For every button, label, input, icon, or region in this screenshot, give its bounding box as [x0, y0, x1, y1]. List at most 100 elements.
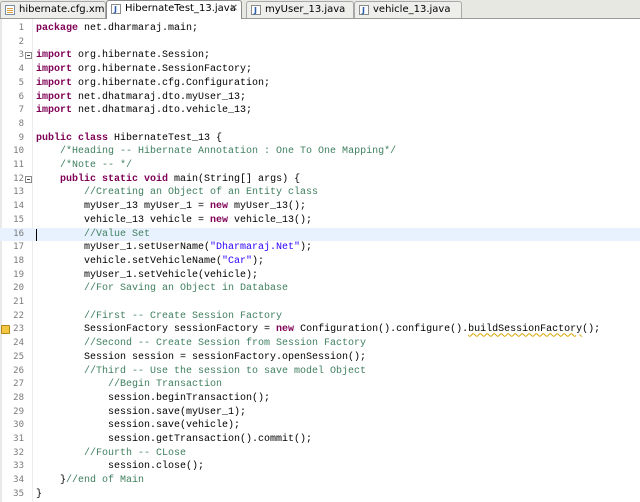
fold-collapse-icon[interactable] — [25, 175, 32, 183]
code-line[interactable]: 10 /*Heading -- Hibernate Annotation : O… — [0, 145, 640, 159]
line-number: 13 — [13, 187, 24, 198]
code-line[interactable]: 22 //First -- Create Session Factory — [0, 310, 640, 324]
code-token: myUser_13 myUser_1 = — [36, 201, 211, 213]
code-text: package net.dharmaraj.main; — [36, 22, 198, 36]
line-number: 35 — [13, 488, 24, 499]
code-line[interactable]: 33 session.close(); — [0, 460, 640, 474]
code-line[interactable]: 32 //Fourth -- CLose — [0, 447, 640, 461]
keyword-token: new — [276, 324, 295, 336]
line-number: 29 — [13, 406, 24, 417]
code-token: SessionFactory sessionFactory = — [36, 324, 277, 336]
code-line[interactable]: 23 SessionFactory sessionFactory = new C… — [0, 323, 640, 337]
code-text: public static void main(String[] args) { — [36, 173, 300, 187]
code-line[interactable]: 3 import org.hibernate.Session; — [0, 49, 640, 63]
line-number: 25 — [13, 351, 24, 362]
code-line[interactable]: 2 — [0, 36, 640, 50]
code-line[interactable]: 16 //Value Set — [0, 227, 640, 242]
keyword-token: import — [36, 105, 73, 117]
line-number: 11 — [13, 160, 24, 170]
keyword-token: package — [36, 23, 79, 34]
line-number: 16 — [13, 228, 24, 239]
code-line[interactable]: 11 /*Note -- */ — [0, 159, 640, 173]
code-token: net.dhatmaraj.dto.vehicle_13; — [72, 105, 253, 117]
comment-token: //For Saving an Object in Database — [84, 283, 289, 295]
code-line[interactable]: 8 — [0, 118, 640, 132]
code-line[interactable]: 30 session.save(vehicle); — [0, 419, 640, 433]
code-editor[interactable]: 1 package net.dharmaraj.main; 2 3 import org… — [0, 19, 640, 502]
code-line[interactable]: 35} — [0, 488, 640, 502]
code-line[interactable]: 1 package net.dharmaraj.main; — [0, 22, 640, 36]
code-text: session.getTransaction().commit(); — [36, 433, 312, 447]
code-line[interactable]: 31 session.getTransaction().commit(); — [0, 433, 640, 447]
code-line[interactable]: 29 session.save(myUser_1); — [0, 406, 640, 420]
code-line[interactable]: 13 //Creating an Object of an Entity cla… — [0, 186, 640, 200]
code-line[interactable]: 5 import org.hibernate.cfg.Configuration; — [0, 77, 640, 91]
code-line[interactable]: 25 Session session = sessionFactory.open… — [0, 351, 640, 365]
tab-hibernatetest-13-java[interactable]: HibernateTest_13.java ✕ — [106, 0, 242, 19]
code-text: myUser_1.setUserName("Dharmaraj.Net"); — [36, 241, 312, 255]
xml-file-icon — [5, 5, 15, 15]
tab-myuser-13-java[interactable]: myUser_13.java — [246, 1, 354, 18]
code-line[interactable]: 34 }//end of Main — [0, 474, 640, 488]
line-number: 6 — [18, 91, 24, 102]
line-number: 2 — [18, 36, 24, 47]
keyword-token: new — [210, 201, 229, 213]
code-line[interactable]: 17 myUser_1.setUserName("Dharmaraj.Net")… — [0, 241, 640, 255]
code-line[interactable]: 27 //Begin Transaction — [0, 378, 640, 392]
code-line[interactable]: 12 public static void main(String[] args… — [0, 173, 640, 187]
string-token: "Dharmaraj.Net" — [210, 242, 301, 254]
code-token: session.close(); — [36, 461, 205, 473]
code-token: Session session = sessionFactory.openSes… — [36, 351, 367, 363]
warning-token: buildSessionFactory — [468, 324, 583, 336]
line-number: 14 — [13, 201, 24, 212]
line-number: 30 — [13, 420, 24, 431]
tab-vehicle-13-java[interactable]: vehicle_13.java — [354, 1, 462, 18]
code-line[interactable]: 20 //For Saving an Object in Database — [0, 282, 640, 296]
code-line[interactable]: 26 //Third -- Use the session to save mo… — [0, 365, 640, 379]
code-line[interactable]: 21 — [0, 296, 640, 310]
java-file-icon — [359, 3, 369, 18]
comment-token: //Fourth -- CLose — [84, 447, 187, 459]
code-line[interactable]: 14 myUser_13 myUser_1 = new myUser_13(); — [0, 200, 640, 214]
code-line[interactable]: 4 import org.hibernate.SessionFactory; — [0, 63, 640, 77]
code-line[interactable]: 7 import net.dhatmaraj.dto.vehicle_13; — [0, 104, 640, 118]
tab-label: myUser_13.java — [265, 4, 346, 15]
code-token: org.hibernate.SessionFactory; — [72, 64, 253, 76]
fold-collapse-icon[interactable] — [25, 52, 32, 60]
code-line[interactable]: 6 import net.dhatmaraj.dto.myUser_13; — [0, 91, 640, 105]
warning-icon[interactable] — [1, 325, 10, 335]
line-number: 32 — [13, 447, 24, 458]
code-text: /*Heading -- Hibernate Annotation : One … — [36, 145, 396, 159]
line-number: 33 — [13, 461, 24, 472]
code-token: vehicle.setVehicleName( — [36, 255, 223, 267]
code-token: } — [36, 475, 67, 487]
code-token: session.beginTransaction(); — [36, 392, 271, 404]
code-line[interactable]: 28 session.beginTransaction(); — [0, 392, 640, 406]
text-caret — [36, 228, 37, 241]
code-token: ); — [252, 255, 265, 267]
line-number: 15 — [13, 214, 24, 225]
line-number: 31 — [13, 434, 24, 444]
code-token: net.dharmaraj.main; — [78, 23, 199, 34]
close-icon[interactable]: ✕ — [230, 1, 238, 17]
code-line[interactable]: 24 //Second -- Create Session from Sessi… — [0, 337, 640, 351]
code-line[interactable]: 18 vehicle.setVehicleName("Car"); — [0, 255, 640, 269]
code-token: main(String[] args) { — [168, 173, 301, 185]
code-line[interactable]: 9 public class HibernateTest_13 { — [0, 132, 640, 146]
tab-hibernate-cfg-xml[interactable]: hibernate.cfg.xml — [0, 1, 106, 18]
code-token: myUser_13(); — [228, 201, 307, 213]
code-text: session.close(); — [36, 460, 204, 474]
code-text: //Third -- Use the session to save model… — [36, 365, 366, 379]
code-text: //Fourth -- CLose — [36, 447, 186, 461]
code-line[interactable]: 15 vehicle_13 vehicle = new vehicle_13()… — [0, 214, 640, 228]
code-text: import net.dhatmaraj.dto.vehicle_13; — [36, 104, 252, 118]
code-line[interactable]: 19 myUser_1.setVehicle(vehicle); — [0, 269, 640, 283]
line-number: 3 — [18, 50, 24, 61]
line-number: 8 — [18, 118, 24, 129]
code-text: /*Note -- */ — [36, 159, 132, 173]
code-text: SessionFactory sessionFactory = new Conf… — [36, 323, 600, 337]
keyword-token: public static void — [60, 173, 169, 185]
